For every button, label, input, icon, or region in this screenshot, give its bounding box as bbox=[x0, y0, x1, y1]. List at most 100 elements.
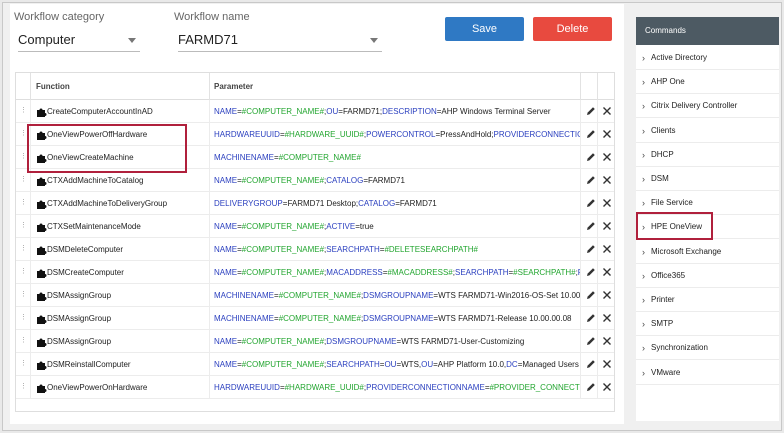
parameter-key: SEARCHPATH bbox=[326, 245, 380, 254]
parameter-key: NAME bbox=[214, 337, 238, 346]
table-row[interactable]: ⋮⋮ OneViewPowerOnHardware HARDWAREUUID=#HA… bbox=[16, 376, 614, 399]
drag-handle-icon[interactable]: ⋮⋮ bbox=[20, 267, 34, 277]
save-button[interactable]: Save bbox=[445, 17, 524, 41]
drag-handle-icon[interactable]: ⋮⋮ bbox=[20, 336, 34, 346]
drag-handle-icon[interactable]: ⋮⋮ bbox=[20, 129, 34, 139]
drag-handle-icon[interactable]: ⋮⋮ bbox=[20, 290, 34, 300]
drag-handle-icon[interactable]: ⋮⋮ bbox=[20, 152, 34, 162]
close-icon[interactable] bbox=[602, 267, 612, 277]
pencil-icon[interactable] bbox=[586, 198, 596, 208]
parameter-text: =AHP Platform 10.0, bbox=[433, 360, 507, 369]
close-icon[interactable] bbox=[602, 221, 612, 231]
command-category-synchronization[interactable]: › Synchronization bbox=[636, 336, 779, 361]
puzzle-icon bbox=[37, 200, 47, 209]
parameter-key: MACADDRESS bbox=[326, 268, 383, 277]
drag-handle-icon[interactable]: ⋮⋮ bbox=[20, 244, 34, 254]
close-icon[interactable] bbox=[602, 198, 612, 208]
parameter-variable: #PROVIDER_CONNECTION_NA bbox=[489, 383, 580, 392]
function-name: DSMCreateComputer bbox=[47, 268, 124, 277]
close-icon[interactable] bbox=[602, 175, 612, 185]
pencil-icon[interactable] bbox=[586, 313, 596, 323]
function-name: CTXAddMachineToDeliveryGroup bbox=[47, 199, 168, 208]
pencil-icon[interactable] bbox=[586, 267, 596, 277]
drag-handle-icon[interactable]: ⋮⋮ bbox=[20, 106, 34, 116]
close-icon[interactable] bbox=[602, 382, 612, 392]
drag-handle-icon[interactable]: ⋮⋮ bbox=[20, 313, 34, 323]
parameter-key: PROVIDERCONNECTIONNAME bbox=[366, 383, 485, 392]
table-row[interactable]: ⋮⋮ DSMAssignGroup MACHINENAME=#COMPUTER_NA… bbox=[16, 284, 614, 307]
parameter-value: NAME=#COMPUTER_NAME#;OU=FARMD71;DESCRIPT… bbox=[214, 100, 580, 123]
column-header-parameter: Parameter bbox=[214, 82, 254, 91]
parameter-value: HARDWAREUUID=#HARDWARE_UUID#;PROVIDERCON… bbox=[214, 376, 580, 399]
command-category-dhcp[interactable]: › DHCP bbox=[636, 143, 779, 167]
command-category-smtp[interactable]: › SMTP bbox=[636, 312, 779, 337]
parameter-key: DC bbox=[506, 360, 518, 369]
chevron-right-icon: › bbox=[642, 125, 645, 136]
command-category-label: SMTP bbox=[651, 319, 674, 329]
pencil-icon[interactable] bbox=[586, 382, 596, 392]
pencil-icon[interactable] bbox=[586, 290, 596, 300]
command-category-ahp-one[interactable]: › AHP One bbox=[636, 70, 779, 95]
workflow-category-value: Computer bbox=[18, 32, 76, 47]
parameter-key: DELIVERYGROUP bbox=[214, 199, 283, 208]
parameter-value: NAME=#COMPUTER_NAME#;DSMGROUPNAME=WTS FA… bbox=[214, 330, 580, 353]
pencil-icon[interactable] bbox=[586, 152, 596, 162]
drag-handle-icon[interactable]: ⋮⋮ bbox=[20, 382, 34, 392]
highlight-box-hpe-oneview bbox=[636, 212, 713, 240]
close-icon[interactable] bbox=[602, 129, 612, 139]
drag-handle-icon[interactable]: ⋮⋮ bbox=[20, 221, 34, 231]
parameter-key: OU bbox=[326, 107, 339, 116]
parameter-key: OU bbox=[421, 360, 434, 369]
highlight-box-oneview-functions bbox=[27, 124, 187, 173]
command-category-dsm[interactable]: › DSM bbox=[636, 167, 779, 191]
pencil-icon[interactable] bbox=[586, 221, 596, 231]
command-category-microsoft-exchange[interactable]: › Microsoft Exchange bbox=[636, 240, 779, 264]
table-row[interactable]: ⋮⋮ CreateComputerAccountInAD NAME=#COMPUTE… bbox=[16, 100, 614, 123]
close-icon[interactable] bbox=[602, 336, 612, 346]
pencil-icon[interactable] bbox=[586, 129, 596, 139]
parameter-key: DSMGROUPNAME bbox=[326, 337, 397, 346]
command-category-clients[interactable]: › Clients bbox=[636, 119, 779, 143]
pencil-icon[interactable] bbox=[586, 175, 596, 185]
workflow-category-select[interactable]: Computer bbox=[18, 30, 140, 52]
pencil-icon[interactable] bbox=[586, 359, 596, 369]
command-category-printer[interactable]: › Printer bbox=[636, 288, 779, 312]
function-name: DSMAssignGroup bbox=[47, 337, 112, 346]
parameter-key: OU bbox=[384, 360, 397, 369]
puzzle-icon bbox=[37, 269, 47, 278]
function-name: DSMAssignGroup bbox=[47, 291, 112, 300]
table-row[interactable]: ⋮⋮ DSMAssignGroup MACHINENAME=#COMPUTER_NA… bbox=[16, 307, 614, 330]
commands-header: Commands bbox=[636, 17, 779, 45]
close-icon[interactable] bbox=[602, 359, 612, 369]
table-row[interactable]: ⋮⋮ CTXSetMaintenanceMode NAME=#COMPUTER_NA… bbox=[16, 215, 614, 238]
drag-handle-icon[interactable]: ⋮⋮ bbox=[20, 175, 34, 185]
workflow-name-select[interactable]: FARMD71 bbox=[178, 30, 382, 52]
table-row[interactable]: ⋮⋮ DSMReinstallComputer NAME=#COMPUTER_NAM… bbox=[16, 353, 614, 376]
table-row[interactable]: ⋮⋮ DSMCreateComputer NAME=#COMPUTER_NAME#;… bbox=[16, 261, 614, 284]
command-category-active-directory[interactable]: › Active Directory bbox=[636, 46, 779, 70]
pencil-icon[interactable] bbox=[586, 106, 596, 116]
pencil-icon[interactable] bbox=[586, 244, 596, 254]
command-category-office365[interactable]: › Office365 bbox=[636, 264, 779, 288]
delete-button[interactable]: Delete bbox=[533, 17, 612, 41]
table-row[interactable]: ⋮⋮ CTXAddMachineToDeliveryGroup DELIVERYGR… bbox=[16, 192, 614, 215]
command-category-vmware[interactable]: › VMware bbox=[636, 361, 779, 385]
pencil-icon[interactable] bbox=[586, 336, 596, 346]
close-icon[interactable] bbox=[602, 106, 612, 116]
table-row[interactable]: ⋮⋮ DSMAssignGroup NAME=#COMPUTER_NAME#;DSM… bbox=[16, 330, 614, 353]
parameter-variable: #COMPUTER_NAME# bbox=[278, 314, 361, 323]
table-row[interactable]: ⋮⋮ DSMDeleteComputer NAME=#COMPUTER_NAME#;… bbox=[16, 238, 614, 261]
close-icon[interactable] bbox=[602, 152, 612, 162]
drag-handle-icon[interactable]: ⋮⋮ bbox=[20, 359, 34, 369]
command-category-citrix-delivery-controller[interactable]: › Citrix Delivery Controller bbox=[636, 94, 779, 119]
parameter-value: NAME=#COMPUTER_NAME#;ACTIVE=true bbox=[214, 215, 580, 238]
command-category-label: DSM bbox=[651, 174, 669, 183]
puzzle-icon bbox=[37, 108, 47, 117]
workflow-steps-table: Function Parameter ⋮⋮ CreateComputerAccou… bbox=[15, 72, 615, 412]
workflow-name-value: FARMD71 bbox=[178, 32, 238, 47]
close-icon[interactable] bbox=[602, 244, 612, 254]
function-name: DSMDeleteComputer bbox=[47, 245, 124, 254]
close-icon[interactable] bbox=[602, 290, 612, 300]
drag-handle-icon[interactable]: ⋮⋮ bbox=[20, 198, 34, 208]
close-icon[interactable] bbox=[602, 313, 612, 323]
